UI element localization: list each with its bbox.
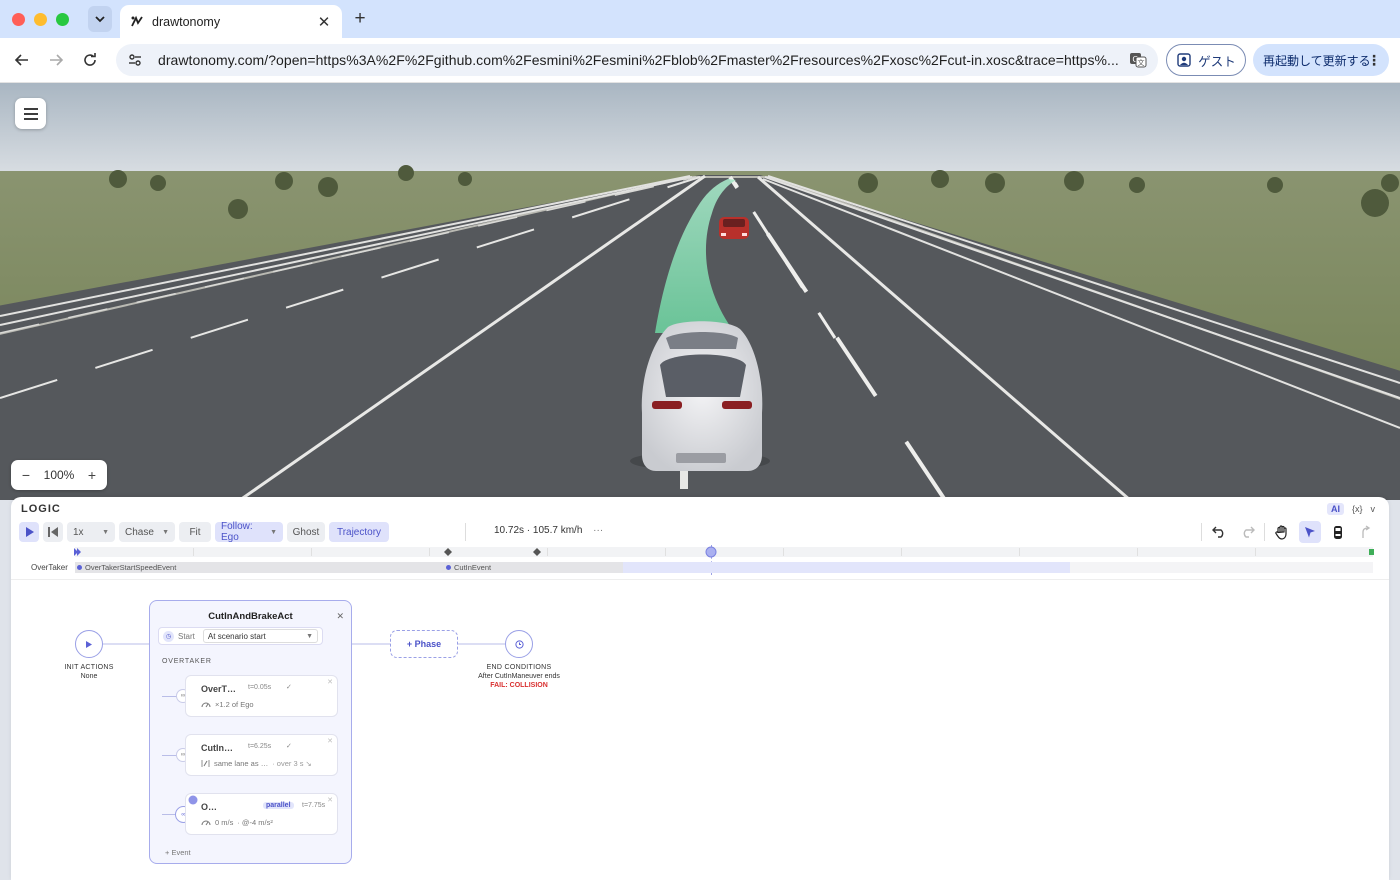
end-conditions-node[interactable] [505, 630, 533, 658]
translate-icon[interactable]: G文 [1128, 50, 1148, 70]
act-start-trigger: ◷ Start At scenario start ▼ [158, 627, 323, 645]
check-icon: ✓ [286, 743, 292, 750]
url-text[interactable]: drawtonomy.com/?open=https%3A%2F%2Fgithu… [158, 52, 1120, 68]
svg-text:文: 文 [1138, 58, 1145, 67]
speedometer-icon [201, 702, 211, 708]
maximize-window-button[interactable] [56, 13, 69, 26]
event-name: OverT… [201, 684, 237, 694]
back-button[interactable] [11, 49, 33, 71]
clock-icon: ◷ [163, 630, 174, 642]
start-label: Start [178, 631, 195, 641]
event-time: t=7.75s [302, 802, 326, 809]
check-icon: ✓ [286, 684, 292, 691]
main-menu-button[interactable] [15, 98, 46, 129]
add-phase-button[interactable]: + Phase [390, 630, 458, 658]
act-title[interactable]: CutInAndBrakeAct [150, 611, 351, 622]
event-detail: ×1.2 of Ego [201, 700, 254, 709]
event-detail-text: same lane as … [214, 759, 269, 768]
event-time: t=6.25s [248, 743, 272, 750]
relaunch-update-button[interactable]: 再起動して更新する ⋮ [1253, 44, 1389, 76]
event-detail-extra: · over 3 s ↘ [272, 759, 312, 768]
minimize-window-button[interactable] [34, 13, 47, 26]
init-title: INIT ACTIONS [64, 664, 114, 671]
init-actions-node[interactable] [75, 630, 103, 658]
event-card[interactable]: OverT… t=0.05s ✓ ✕ ×1.2 of Ego [185, 675, 338, 717]
zoom-out-button[interactable]: − [19, 467, 33, 483]
speedometer-icon [201, 820, 211, 826]
end-title: END CONDITIONS [486, 664, 552, 671]
event-detail-extra: · @-4 m/s² [237, 818, 273, 827]
zoom-in-button[interactable]: + [85, 467, 99, 483]
scene-viewport[interactable]: − 100% + [0, 83, 1400, 500]
target-vehicle[interactable] [719, 217, 749, 239]
lane-change-icon [201, 760, 210, 767]
event-detail-text: 0 m/s [215, 818, 234, 827]
road-scene [0, 83, 1400, 500]
close-window-button[interactable] [12, 13, 25, 26]
tab-title: drawtonomy [152, 14, 221, 29]
init-actions-label: INIT ACTIONS None [55, 663, 123, 681]
event-detail-text: ×1.2 of Ego [215, 700, 254, 709]
arrow-right-icon [50, 54, 64, 66]
event-card[interactable]: O… parallel t=7.75s ✕ 0 m/s · @-4 m/s² [185, 793, 338, 835]
zoom-control: − 100% + [11, 460, 107, 490]
browser-tab[interactable]: drawtonomy ✕ [120, 5, 342, 38]
start-trigger-value: At scenario start [207, 631, 266, 641]
zoom-level: 100% [43, 468, 75, 482]
reload-button[interactable] [79, 49, 101, 71]
event-name: CutIn… [201, 743, 233, 753]
browser-toolbar: drawtonomy.com/?open=https%3A%2F%2Fgithu… [0, 38, 1400, 83]
arrow-left-icon [14, 54, 28, 66]
new-tab-button[interactable]: + [350, 8, 370, 30]
parallel-badge: parallel [263, 802, 294, 809]
more-vert-icon[interactable]: ⋮ [1367, 52, 1381, 69]
update-label: 再起動して更新する [1263, 53, 1371, 68]
end-value: After CutInManeuver ends [478, 673, 560, 680]
clock-icon [514, 639, 524, 649]
act-card[interactable]: CutInAndBrakeAct ✕ ◷ Start At scenario s… [149, 600, 352, 864]
start-trigger-select[interactable]: At scenario start ▼ [202, 629, 318, 643]
act-close-icon[interactable]: ✕ [336, 611, 344, 622]
caret-down-icon: ▼ [306, 632, 313, 640]
event-connector [162, 696, 177, 697]
hamburger-menu-icon [23, 107, 38, 120]
address-bar[interactable]: drawtonomy.com/?open=https%3A%2F%2Fgithu… [116, 44, 1158, 76]
forward-button[interactable] [45, 49, 67, 71]
active-indicator-icon [188, 795, 198, 805]
init-value: None [80, 673, 98, 680]
reload-icon [84, 53, 96, 66]
event-name: O… [201, 802, 218, 812]
chevron-down-icon [95, 16, 105, 23]
end-conditions-label: END CONDITIONS After CutInManeuver ends … [459, 663, 579, 690]
logic-panel: LOGIC AI {x} v 1x ▼ Chase ▼ Fit Follow: Eg… [11, 497, 1389, 880]
event-close-icon[interactable]: ✕ [327, 737, 333, 745]
event-detail: 0 m/s · @-4 m/s² [201, 818, 273, 827]
tab-search-button[interactable] [88, 6, 112, 32]
guest-profile-button[interactable]: ゲスト [1166, 44, 1246, 76]
profile-icon [1177, 53, 1191, 67]
tab-close-icon[interactable]: ✕ [316, 13, 332, 31]
browser-titlebar: drawtonomy ✕ + [0, 0, 1400, 38]
event-connector [162, 755, 177, 756]
event-time: t=0.05s [248, 684, 272, 691]
event-close-icon[interactable]: ✕ [327, 796, 333, 804]
event-detail: same lane as … · over 3 s ↘ [201, 759, 312, 768]
drawtonomy-favicon-icon [131, 15, 143, 26]
guest-label: ゲスト [1198, 54, 1236, 69]
end-fail-status: FAIL: COLLISION [490, 682, 548, 689]
actor-section-label: OVERTAKER [162, 658, 212, 665]
add-event-button[interactable]: + Event [165, 848, 191, 857]
event-card[interactable]: CutIn… t=6.25s ✓ ✕ same lane as … · over… [185, 734, 338, 776]
site-settings-icon[interactable] [126, 51, 144, 69]
play-small-icon [86, 640, 92, 648]
event-close-icon[interactable]: ✕ [327, 678, 333, 686]
